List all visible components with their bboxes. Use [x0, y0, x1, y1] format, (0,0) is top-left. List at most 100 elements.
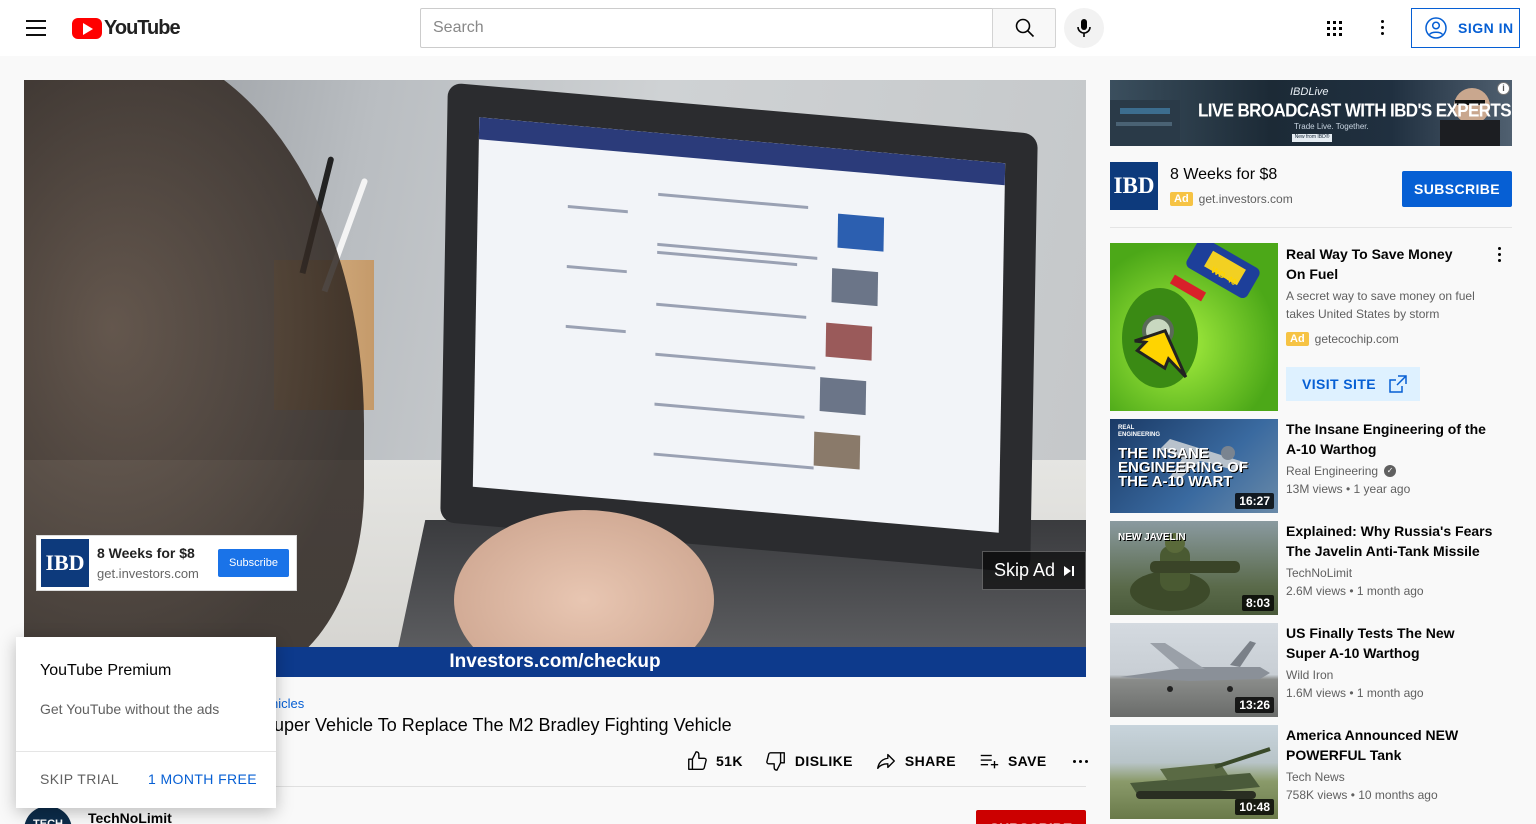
more-vert-icon[interactable]	[1498, 247, 1502, 263]
dislike-button[interactable]: DISLIKE	[765, 750, 853, 772]
channel-line: Tech News	[1286, 770, 1345, 784]
video-thumbnail[interactable]: REAL ENGINEERING THE INSANE ENGINEERING …	[1110, 419, 1278, 513]
search-button[interactable]	[992, 8, 1056, 48]
video-meta: 2.6M views • 1 month ago	[1286, 584, 1424, 598]
visit-site-button[interactable]: VISIT SITE	[1286, 367, 1420, 401]
search-input[interactable]	[421, 9, 992, 47]
apps-button[interactable]	[1318, 12, 1350, 44]
video-meta: 13M views • 1 year ago	[1286, 482, 1411, 496]
video-thumbnail[interactable]: NEW JAVELIN 8:03	[1110, 521, 1278, 615]
settings-more-button[interactable]	[1367, 12, 1399, 44]
video-player[interactable]: Investors.com/checkup IBD 8 Weeks for $8…	[24, 80, 1086, 677]
search-icon	[1015, 18, 1035, 38]
like-icon	[688, 751, 707, 770]
premium-title: YouTube Premium	[40, 662, 172, 679]
verified-icon: ✓	[1384, 465, 1397, 477]
youtube-logo-icon	[72, 17, 102, 39]
video-thumbnail[interactable]: 10:48	[1110, 725, 1278, 819]
ad-badge: Ad	[1286, 332, 1309, 346]
ad-badge: Ad	[1170, 192, 1193, 206]
recommended-video[interactable]: 10:48 America Announced NEW POWERFUL Tan…	[1110, 725, 1512, 819]
recommended-video[interactable]: REAL ENGINEERING THE INSANE ENGINEERING …	[1110, 419, 1512, 513]
info-icon[interactable]: i	[1497, 82, 1510, 95]
video-title[interactable]: US Finally Tests The New Super A-10 Wart…	[1286, 623, 1496, 663]
overlay-ad-subscribe-button[interactable]: Subscribe	[218, 549, 289, 577]
like-count: 51K	[716, 753, 743, 769]
share-icon	[876, 753, 895, 770]
open-external-icon	[1389, 375, 1407, 393]
visit-site-label: VISIT SITE	[1302, 376, 1377, 392]
divider	[16, 751, 276, 752]
channel-name[interactable]: Tech News	[1286, 770, 1345, 784]
banner-ad[interactable]: IBDLive LIVE BROADCAST WITH IBD'S EXPERT…	[1110, 80, 1512, 146]
overlay-ad-domain: get.investors.com	[97, 566, 199, 581]
overlay-ad-headline: 8 Weeks for $8	[97, 545, 195, 561]
video-duration: 8:03	[1241, 595, 1274, 611]
masthead: YouTube SIGN IN	[0, 0, 1536, 56]
youtube-logo[interactable]: YouTube	[72, 17, 181, 39]
channel-line: Wild Iron	[1286, 668, 1333, 682]
banner-ad-brand: IBDLive	[1290, 86, 1329, 98]
skip-ad-button[interactable]: Skip Ad	[982, 551, 1086, 590]
video-title: uper Vehicle To Replace The M2 Bradley F…	[274, 715, 732, 735]
channel-line: TechNoLimit	[1286, 566, 1352, 580]
premium-description: Get YouTube without the ads	[40, 701, 220, 717]
banner-ad-headline: LIVE BROADCAST WITH IBD'S EXPERTS	[1198, 100, 1512, 121]
video-title[interactable]: The Insane Engineering of the A-10 Warth…	[1286, 419, 1496, 459]
video-actions: 51K DISLIKE SHARE SAVE	[686, 747, 1088, 775]
companion-ad-meta: Ad get.investors.com	[1170, 192, 1293, 206]
channel-name[interactable]: TechNoLimit	[88, 810, 172, 824]
promo-title[interactable]: Real Way To Save Money On Fuel	[1286, 244, 1471, 284]
video-title[interactable]: America Announced NEW POWERFUL Tank	[1286, 725, 1496, 765]
like-button[interactable]: 51K	[686, 750, 743, 772]
account-icon	[1425, 17, 1447, 39]
video-frame-laptop-screen	[472, 117, 1006, 533]
more-vert-icon	[1381, 20, 1385, 36]
companion-ad-subscribe-button[interactable]: SUBSCRIBE	[1402, 171, 1512, 207]
voice-search-button[interactable]	[1064, 8, 1104, 48]
premium-popup: YouTube Premium Get YouTube without the …	[16, 637, 276, 808]
sign-in-button[interactable]: SIGN IN	[1411, 8, 1520, 48]
menu-icon[interactable]	[20, 16, 52, 40]
subscribe-button[interactable]: SUBSCRIBE	[976, 810, 1086, 824]
promo-meta: Ad getecochip.com	[1286, 332, 1399, 346]
video-thumbnail[interactable]: 13:26	[1110, 623, 1278, 717]
video-duration: 16:27	[1235, 493, 1274, 509]
video-duration: 10:48	[1235, 799, 1274, 815]
video-title[interactable]: Explained: Why Russia's Fears The Javeli…	[1286, 521, 1496, 561]
recommended-video[interactable]: 13:26 US Finally Tests The New Super A-1…	[1110, 623, 1512, 717]
search-box	[420, 8, 993, 48]
promo-thumbnail[interactable]: WD-40	[1110, 243, 1278, 411]
thumbnail-text: THE INSANE ENGINEERING OF THE A-10 WART	[1118, 445, 1249, 490]
promo-thumbnail-image	[1122, 243, 1260, 388]
save-button[interactable]: SAVE	[978, 750, 1047, 772]
recommended-video[interactable]: NEW JAVELIN 8:03 Explained: Why Russia's…	[1110, 521, 1512, 615]
share-label: SHARE	[904, 753, 956, 769]
more-horiz-icon[interactable]	[1072, 759, 1088, 763]
channel-line: Real Engineering ✓	[1286, 464, 1397, 478]
channel-name[interactable]: Real Engineering	[1286, 464, 1378, 478]
ibd-logo: IBD	[41, 539, 89, 587]
one-month-free-button[interactable]: 1 MONTH FREE	[148, 771, 257, 787]
video-meta: 1.6M views • 1 month ago	[1286, 686, 1424, 700]
save-icon	[980, 754, 999, 769]
channel-name[interactable]: TechNoLimit	[1286, 566, 1352, 580]
save-label: SAVE	[1007, 753, 1047, 769]
apps-icon	[1327, 21, 1342, 36]
promoted-video[interactable]: WD-40 Real Way To Save Money On Fuel A s…	[1110, 243, 1512, 411]
mic-icon	[1077, 19, 1091, 37]
skip-trial-button[interactable]: SKIP TRIAL	[40, 771, 119, 787]
overlay-ad[interactable]: IBD 8 Weeks for $8 get.investors.com Sub…	[36, 535, 297, 591]
channel-avatar[interactable]: TECH	[24, 806, 72, 824]
companion-ad-domain: get.investors.com	[1198, 192, 1293, 206]
channel-name[interactable]: Wild Iron	[1286, 668, 1333, 682]
promo-domain: getecochip.com	[1314, 332, 1399, 346]
share-button[interactable]: SHARE	[875, 750, 956, 772]
video-duration: 13:26	[1235, 697, 1274, 713]
sign-in-label: SIGN IN	[1458, 20, 1514, 36]
companion-ad-headline: 8 Weeks for $8	[1170, 166, 1278, 183]
companion-ad[interactable]: IBD 8 Weeks for $8 Ad get.investors.com …	[1110, 162, 1512, 210]
divider	[1110, 227, 1512, 228]
video-meta: 758K views • 10 months ago	[1286, 788, 1438, 802]
banner-ad-tagline: Trade Live. Together.	[1294, 122, 1369, 131]
